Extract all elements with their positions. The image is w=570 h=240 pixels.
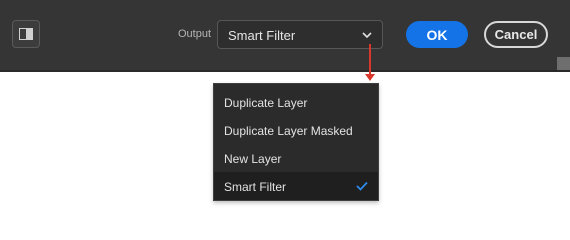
panel-toggle-icon — [19, 28, 33, 40]
output-select-value: Smart Filter — [228, 28, 296, 43]
checkmark-icon — [356, 181, 368, 191]
menu-item-smart-filter[interactable]: Smart Filter — [214, 172, 378, 200]
menu-item-new-layer[interactable]: New Layer — [214, 144, 378, 172]
dialog-toolbar: Output Smart Filter OK Cancel — [0, 0, 570, 70]
output-label: Output — [178, 28, 212, 40]
chevron-down-icon — [362, 32, 372, 39]
cancel-button[interactable]: Cancel — [484, 21, 548, 48]
callout-arrow-line — [369, 44, 371, 77]
menu-item-label: Duplicate Layer — [224, 96, 308, 110]
menu-item-label: Duplicate Layer Masked — [224, 124, 353, 138]
ok-button[interactable]: OK — [406, 21, 468, 48]
resize-grip[interactable] — [557, 57, 570, 70]
menu-item-duplicate-layer[interactable]: Duplicate Layer — [214, 88, 378, 116]
menu-item-label: New Layer — [224, 152, 282, 166]
menu-item-label: Smart Filter — [224, 180, 287, 194]
page: Output Smart Filter OK Cancel Duplicate … — [0, 0, 570, 205]
panel-toggle-button[interactable] — [12, 20, 40, 48]
menu-item-duplicate-layer-masked[interactable]: Duplicate Layer Masked — [214, 116, 378, 144]
toolbar-divider — [0, 70, 570, 72]
callout-arrow-head — [365, 74, 375, 81]
output-dropdown-menu: Duplicate Layer Duplicate Layer Masked N… — [213, 83, 379, 201]
output-select[interactable]: Smart Filter — [217, 20, 383, 49]
